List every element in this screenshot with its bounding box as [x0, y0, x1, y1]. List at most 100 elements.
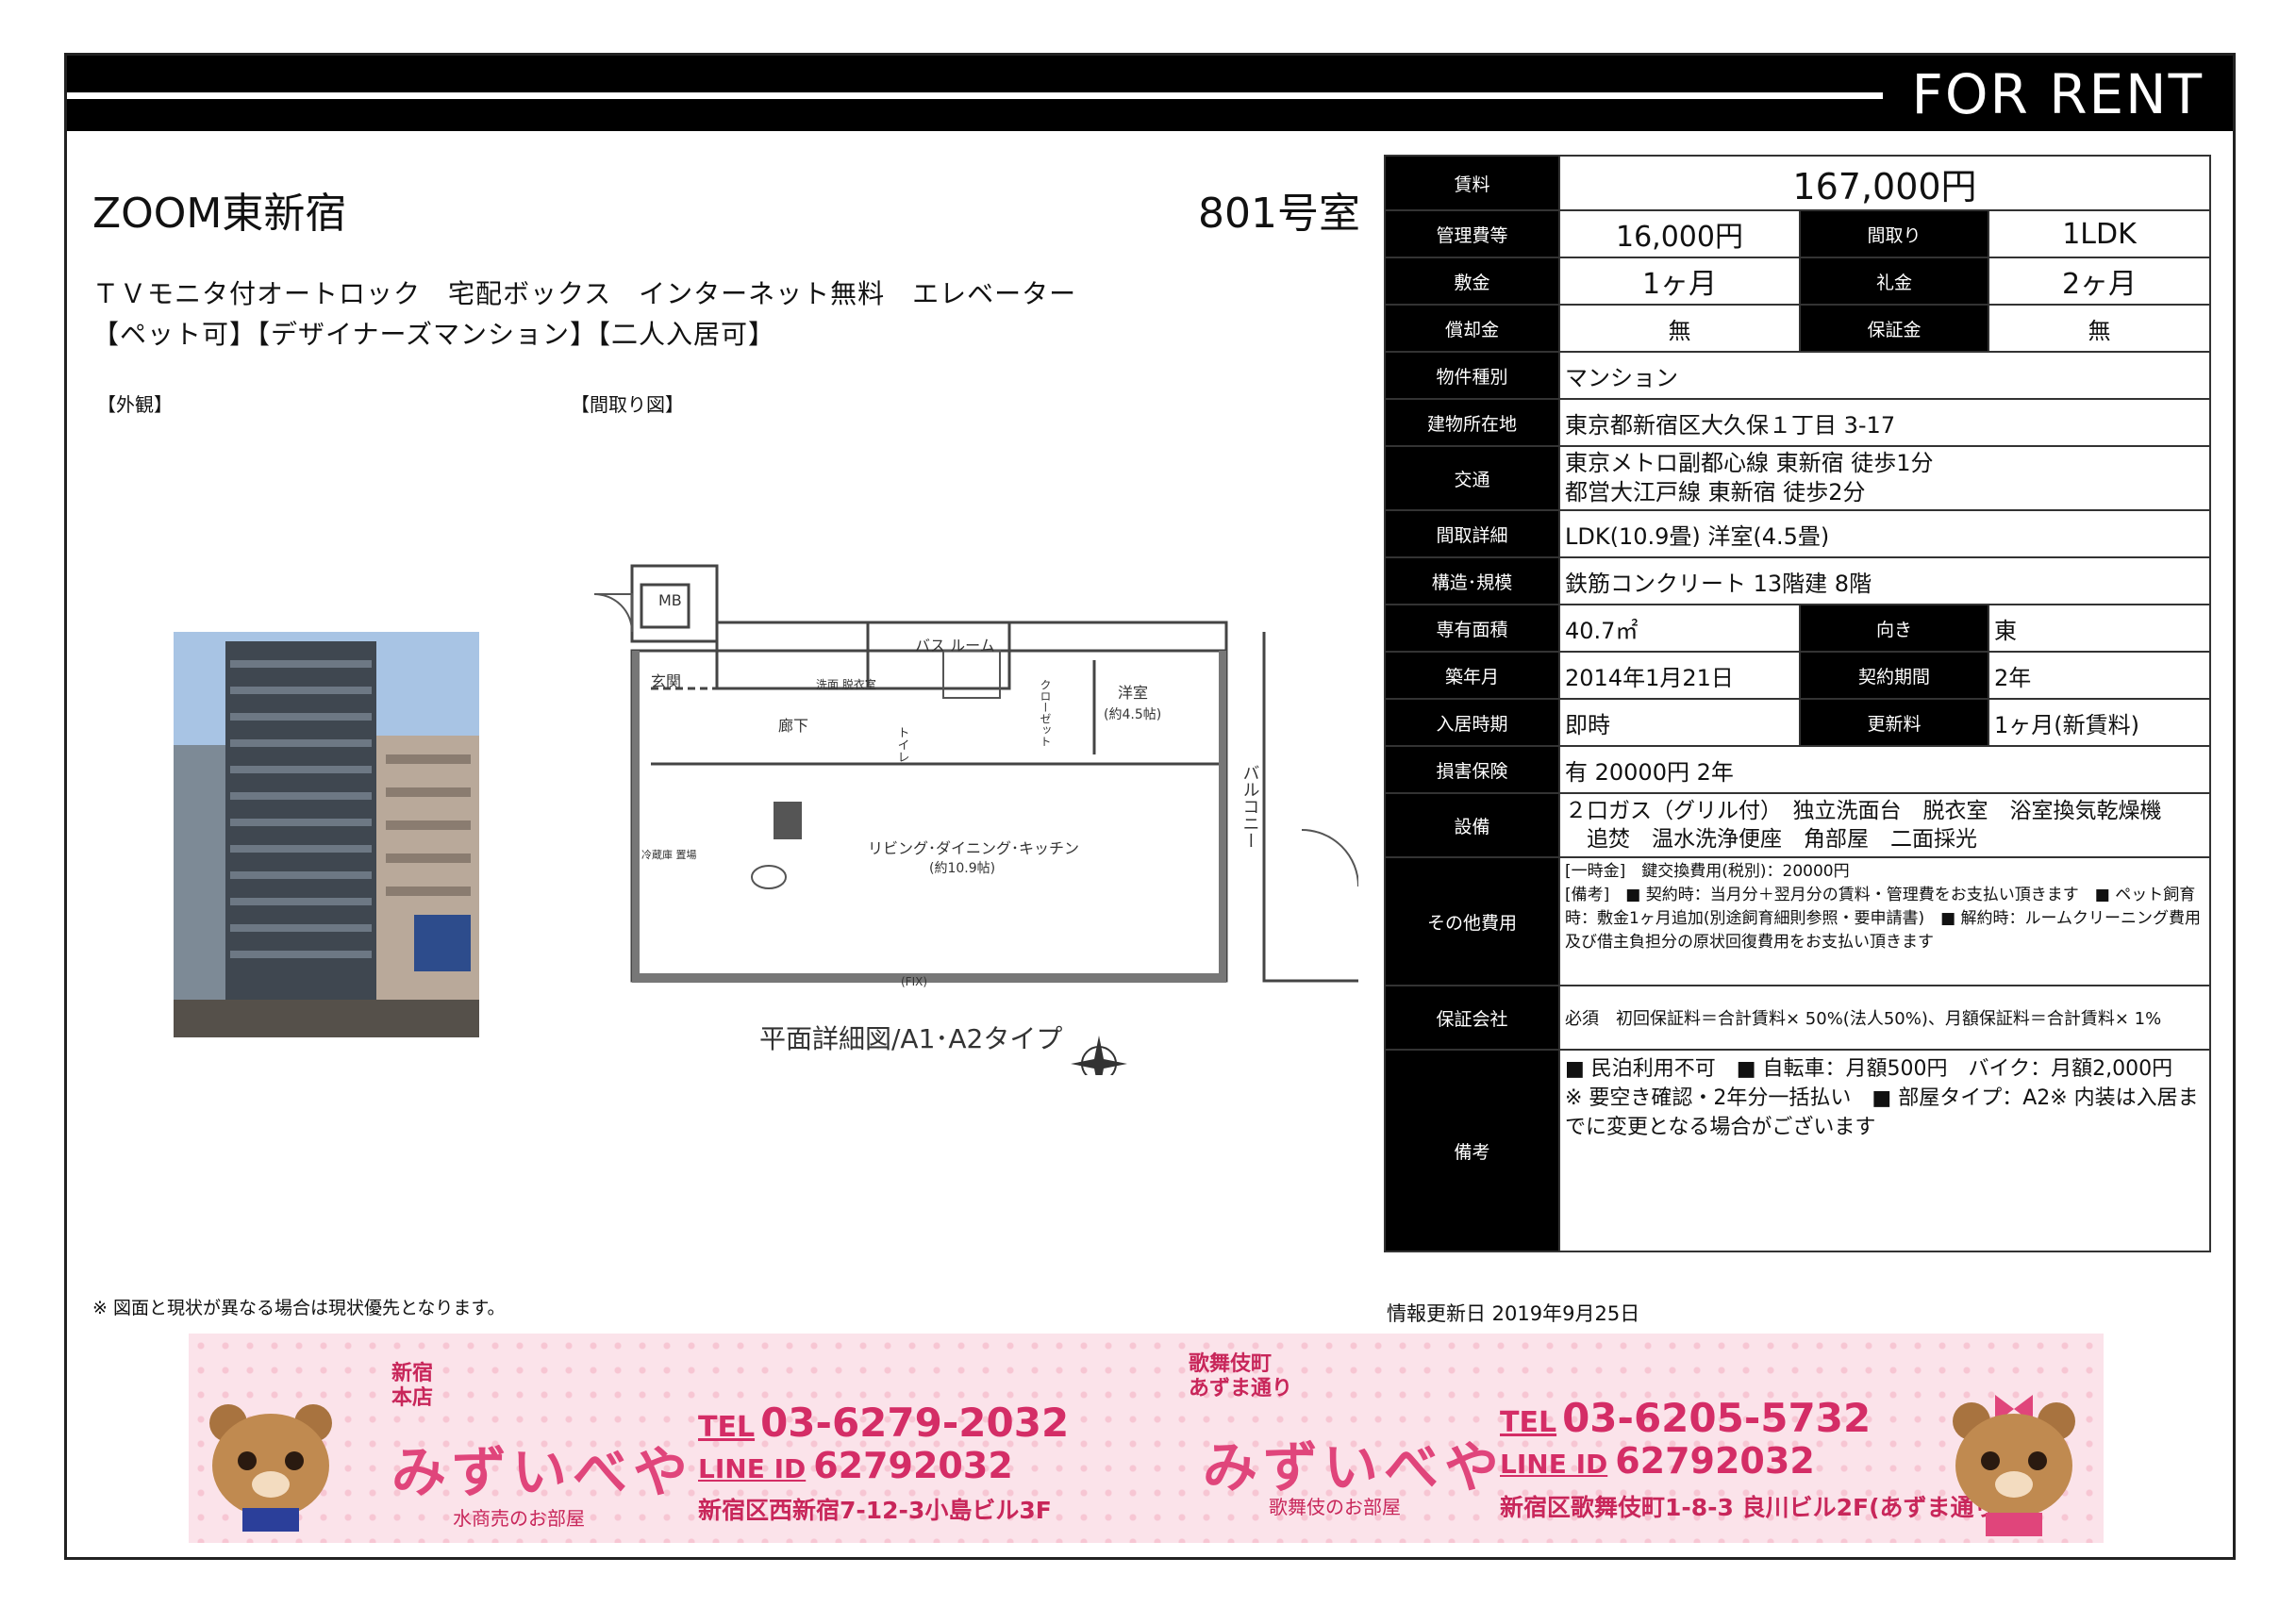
tel-label-2: TEL	[1500, 1406, 1557, 1439]
guarantor-value: 必須 初回保証料＝合計賃料× 50%(法人50%)、月額保証料＝合計賃料× 1%	[1558, 985, 2211, 1051]
row-kyakukin: 償却金 無 保証金 無	[1384, 304, 2211, 353]
access-line-2: 都営大江戸線 東新宿 徒歩2分	[1565, 479, 1866, 505]
movein-label: 入居時期	[1384, 698, 1560, 747]
row-remarks: 備考 ■ 民泊利用不可 ■ 自転車：月額500円 バイク：月額2,000円 ※ …	[1384, 1049, 2211, 1252]
line-label-1: LINE ID	[698, 1453, 807, 1484]
other-line-1: [一時金] 鍵交換費用(税別)：20000円	[1565, 862, 1850, 881]
row-built: 築年月 2014年1月21日 契約期間 2年	[1384, 651, 2211, 700]
mb-label: MB	[658, 591, 682, 609]
row-movein: 入居時期 即時 更新料 1ヶ月(新賃料)	[1384, 698, 2211, 747]
guarantor-label: 保証会社	[1384, 985, 1560, 1051]
store2-line: LINE ID 62792032	[1500, 1440, 1815, 1482]
area-value: 40.7㎡	[1558, 604, 1801, 653]
agency-banner: 新宿 本店 みずいべや 水商売のお部屋 TEL 03-6279-2032 LINE…	[189, 1334, 2104, 1543]
reikin-value: 2ヶ月	[1988, 257, 2211, 306]
closet-label: クローゼット	[1039, 679, 1052, 747]
access-line-1: 東京メトロ副都心線 東新宿 徒歩1分	[1565, 450, 1934, 476]
rouka-label: 廊下	[778, 717, 808, 735]
layout-label: 間取り	[1799, 209, 1989, 258]
hoshokin-label: 保証金	[1799, 304, 1989, 353]
direction-label: 向き	[1799, 604, 1989, 653]
store1-address: 新宿区西新宿7-12-3小島ビル3F	[698, 1497, 1052, 1524]
store1-logo: みずいべや	[391, 1440, 694, 1504]
mgmt-label: 管理費等	[1384, 209, 1560, 258]
reikin-label: 礼金	[1799, 257, 1989, 306]
equip-line-2: 追焚 温水洗浄便座 角部屋 二面採光	[1565, 827, 1977, 852]
type-label: 物件種別	[1384, 351, 1560, 400]
header-title: FOR RENT	[1911, 62, 2204, 126]
built-value: 2014年1月21日	[1558, 651, 1801, 700]
address-value: 東京都新宿区大久保１丁目 3-17	[1558, 398, 2211, 447]
yoshitsu-label: 洋室	[1118, 684, 1148, 702]
equip-label: 設備	[1384, 792, 1560, 858]
row-rent: 賃料 167,000円	[1384, 155, 2211, 211]
yoshitsu-size: (約4.5帖)	[1104, 707, 1161, 722]
structure-label: 構造･規模	[1384, 556, 1560, 605]
compass-icon	[1071, 1036, 1127, 1092]
kyakukin-value: 無	[1558, 304, 1801, 353]
rent-value: 167,000円	[1558, 155, 2211, 211]
shikikin-value: 1ヶ月	[1558, 257, 1801, 306]
renewal-label: 更新料	[1799, 698, 1989, 747]
store1-tel: TEL 03-6279-2032	[698, 1400, 1070, 1446]
floorplan-caption: 平面詳細図/A1･A2タイプ	[759, 1023, 1063, 1054]
type-value: マンション	[1558, 351, 2211, 400]
other-label: その他費用	[1384, 856, 1560, 986]
tel-label-1: TEL	[698, 1411, 756, 1444]
row-insurance: 損害保険 有 20000円 2年	[1384, 745, 2211, 794]
row-detail: 間取詳細 LDK(10.9畳) 洋室(4.5畳)	[1384, 509, 2211, 558]
spec-table: 賃料 167,000円 管理費等 16,000円 間取り 1LDK 敷金 1ヶ月…	[1384, 155, 2211, 1252]
features-line-2: 【ペット可】【デザイナーズマンション】【二人入居可】	[92, 319, 776, 350]
fix-label: (FIX)	[901, 975, 927, 988]
toilet-label: トイレ	[895, 726, 909, 763]
room-number: 801号室	[1198, 190, 1360, 238]
store2-address: 新宿区歌舞伎町1-8-3 良川ビル2F(あずま通り)	[1500, 1494, 2008, 1521]
renewal-value: 1ヶ月(新賃料)	[1988, 698, 2211, 747]
movein-value: 即時	[1558, 698, 1801, 747]
row-deposit: 敷金 1ヶ月 礼金 2ヶ月	[1384, 257, 2211, 306]
bear-mascot-icon	[209, 1404, 332, 1532]
balcony-label: バルコニー	[1240, 764, 1260, 849]
floor-plan: MB 玄関 廊下 バス ルーム 洗面 脱衣室 洋室 (約4.5帖) リビング･ダ…	[566, 547, 1359, 1092]
direction-value: 東	[1988, 604, 2211, 653]
bear-mascot-2-icon	[1953, 1395, 2075, 1536]
shikikin-label: 敷金	[1384, 257, 1560, 306]
store2-sub: 歌舞伎のお部屋	[1269, 1496, 1401, 1518]
exterior-label: 【外観】	[97, 393, 173, 416]
senmen-label: 洗面 脱衣室	[816, 677, 876, 691]
store1-line: LINE ID 62792032	[698, 1445, 1013, 1486]
equip-line-1: ２口ガス（グリル付） 独立洗面台 脱衣室 浴室換気乾燥機	[1565, 799, 2162, 823]
store1-name: 新宿 本店	[391, 1362, 434, 1410]
address-label: 建物所在地	[1384, 398, 1560, 447]
remarks-value: ■ 民泊利用不可 ■ 自転車：月額500円 バイク：月額2,000円 ※ 要空き…	[1558, 1049, 2211, 1252]
detail-value: LDK(10.9畳) 洋室(4.5畳)	[1558, 509, 2211, 558]
row-other: その他費用 [一時金] 鍵交換費用(税別)：20000円 [備考] ■ 契約時：…	[1384, 856, 2211, 986]
row-equipment: 設備 ２口ガス（グリル付） 独立洗面台 脱衣室 浴室換気乾燥機 追焚 温水洗浄便…	[1384, 792, 2211, 858]
line-label-2: LINE ID	[1500, 1449, 1608, 1480]
row-mgmt: 管理費等 16,000円 間取り 1LDK	[1384, 209, 2211, 258]
row-address: 建物所在地 東京都新宿区大久保１丁目 3-17	[1384, 398, 2211, 447]
disclaimer-note: ※ 図面と現状が異なる場合は現状優先となります。	[92, 1298, 506, 1318]
rent-label: 賃料	[1384, 155, 1560, 211]
structure-value: 鉄筋コンクリート 13階建 8階	[1558, 556, 2211, 605]
detail-label: 間取詳細	[1384, 509, 1560, 558]
floorplan-label: 【間取り図】	[571, 393, 684, 416]
row-guarantor: 保証会社 必須 初回保証料＝合計賃料× 50%(法人50%)、月額保証料＝合計賃…	[1384, 985, 2211, 1051]
reizouko-label: 冷蔵庫 置場	[641, 848, 697, 861]
remarks-label: 備考	[1384, 1049, 1560, 1252]
area-label: 専有面積	[1384, 604, 1560, 653]
store2-name: 歌舞伎町 あずま通り	[1189, 1352, 1293, 1400]
access-label: 交通	[1384, 445, 1560, 511]
store2-tel: TEL 03-6205-5732	[1500, 1395, 1872, 1441]
row-type: 物件種別 マンション	[1384, 351, 2211, 400]
contract-value: 2年	[1988, 651, 2211, 700]
hoshokin-value: 無	[1988, 304, 2211, 353]
layout-value: 1LDK	[1988, 209, 2211, 258]
ldk-size: (約10.9帖)	[929, 861, 995, 876]
kyakukin-label: 償却金	[1384, 304, 1560, 353]
store1-sub: 水商売のお部屋	[453, 1507, 585, 1530]
bath-label: バス ルーム	[915, 637, 995, 655]
updated-date: 情報更新日 2019年9月25日	[1387, 1302, 1640, 1325]
other-line-2: [備考] ■ 契約時：当月分＋翌月分の賃料・管理費をお支払い頂きます ■ ペット…	[1565, 886, 2202, 952]
features-line-1: ＴＶモニタ付オートロック 宅配ボックス インターネット無料 エレベーター	[92, 278, 1077, 309]
